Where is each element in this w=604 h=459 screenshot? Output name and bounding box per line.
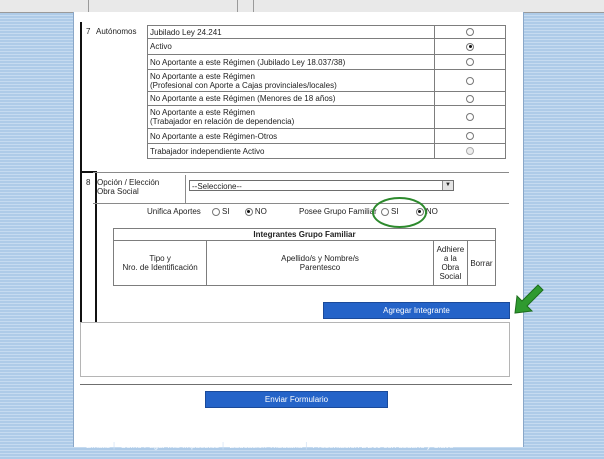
option-label: Activo	[147, 38, 435, 55]
column-header-line: Parentesco	[299, 263, 341, 272]
column-header-line: a la	[443, 254, 457, 263]
option-label-line: (Profesional con Aporte a Cajas provinci…	[150, 80, 337, 90]
section-divider	[93, 203, 509, 204]
radio-button-disabled	[466, 147, 474, 156]
unifica-si-label: SI	[222, 207, 230, 216]
section-8-frame	[80, 171, 97, 326]
submit-form-button[interactable]: Enviar Formulario	[205, 391, 388, 408]
footer-link-pagar[interactable]: Cómo Pagar mis Impuestos	[120, 441, 219, 450]
option-row: No Aportante a este Régimen (Trabajador e…	[147, 105, 506, 129]
radio-button[interactable]	[466, 76, 474, 85]
option-label: Trabajador independiente Activo	[147, 143, 435, 159]
column-header-line: Obra	[441, 263, 460, 272]
option-row: No Aportante a este Régimen (Jubilado Le…	[147, 54, 506, 70]
footer-divider	[80, 384, 512, 385]
tab-divider	[88, 0, 89, 12]
option-label: No Aportante a este Régimen (Jubilado Le…	[147, 54, 435, 70]
footer-link-educacion[interactable]: Educación Tributaria	[229, 441, 302, 450]
radio-button[interactable]	[466, 113, 474, 122]
section-divider	[93, 172, 509, 173]
tab-divider	[237, 0, 238, 12]
footer-link-emails[interactable]: Emails	[86, 441, 110, 450]
obra-social-select[interactable]: --Seleccione-- ▼	[189, 180, 454, 191]
option-label: Jubilado Ley 24.241	[147, 25, 435, 39]
unifica-aportes-row: Unifica Aportes SI NO	[147, 207, 267, 216]
column-header-line: Adhiere	[436, 245, 465, 254]
unifica-no-radio[interactable]	[244, 207, 253, 216]
autonomos-options-table: Jubilado Ley 24.241 Activo No Aportante …	[147, 25, 506, 159]
family-table-title: Integrantes Grupo Familiar	[113, 228, 496, 241]
option-row: Trabajador independiente Activo	[147, 143, 506, 159]
unifica-aportes-label: Unifica Aportes	[147, 207, 201, 216]
unifica-si-radio[interactable]	[212, 207, 221, 216]
option-row: No Aportante a este Régimen (Profesional …	[147, 69, 506, 92]
radio-button[interactable]	[466, 28, 474, 37]
section-7-number: 7	[86, 27, 91, 36]
table-header-row: Tipo y Nro. de Identificación Apellido/s …	[112, 240, 497, 286]
empty-content-box	[80, 322, 510, 377]
radio-button[interactable]	[466, 58, 474, 67]
column-header-line: Apellido/s y Nombre/s	[281, 254, 359, 263]
option-label-line: No Aportante a este Régimen	[150, 71, 255, 81]
footer-link-ddjj[interactable]: Presentacion DDJJ con usuario y Clave	[313, 441, 454, 450]
option-label: No Aportante a este Régimen-Otros	[147, 128, 435, 144]
posee-grupo-label: Posee Grupo Familiar	[299, 207, 377, 216]
posee-no-label: NO	[425, 207, 438, 216]
section-8-number: 8	[86, 178, 91, 187]
column-header-line: Nro. de Identificación	[122, 263, 198, 272]
section-8-label-line: Opción / Elección	[97, 178, 160, 187]
highlight-circle	[372, 197, 427, 228]
option-row: Activo	[147, 38, 506, 55]
radio-button[interactable]	[466, 94, 474, 103]
radio-button[interactable]	[466, 132, 474, 141]
column-header-line: Tipo y	[149, 254, 171, 263]
family-members-table: Integrantes Grupo Familiar Tipo y Nro. de…	[112, 228, 497, 286]
option-row: No Aportante a este Régimen-Otros	[147, 128, 506, 144]
option-label: No Aportante a este Régimen (Menores de …	[147, 91, 435, 106]
chevron-down-icon[interactable]: ▼	[442, 181, 453, 190]
column-header-line: Social	[439, 272, 462, 281]
green-arrow-icon	[514, 284, 544, 314]
section-8-label-line: Obra Social	[97, 187, 139, 196]
option-label-line: No Aportante a este Régimen	[150, 108, 255, 117]
unifica-no-label: NO	[254, 207, 267, 216]
option-row: Jubilado Ley 24.241	[147, 25, 506, 39]
footer-links: Emails | Cómo Pagar mis Impuestos | Educac…	[86, 441, 454, 450]
option-label-line: (Trabajador en relación de dependencia)	[150, 117, 295, 126]
option-row: No Aportante a este Régimen (Menores de …	[147, 91, 506, 106]
section-8-cell-divider	[185, 175, 186, 203]
section-7-label: Autónomos	[96, 27, 137, 36]
column-header-borrar: Borrar	[466, 240, 497, 286]
select-value: --Seleccione--	[192, 182, 242, 191]
radio-button-selected[interactable]	[466, 42, 474, 51]
add-member-button[interactable]: Agregar Integrante	[323, 302, 510, 319]
tab-divider	[253, 0, 254, 12]
